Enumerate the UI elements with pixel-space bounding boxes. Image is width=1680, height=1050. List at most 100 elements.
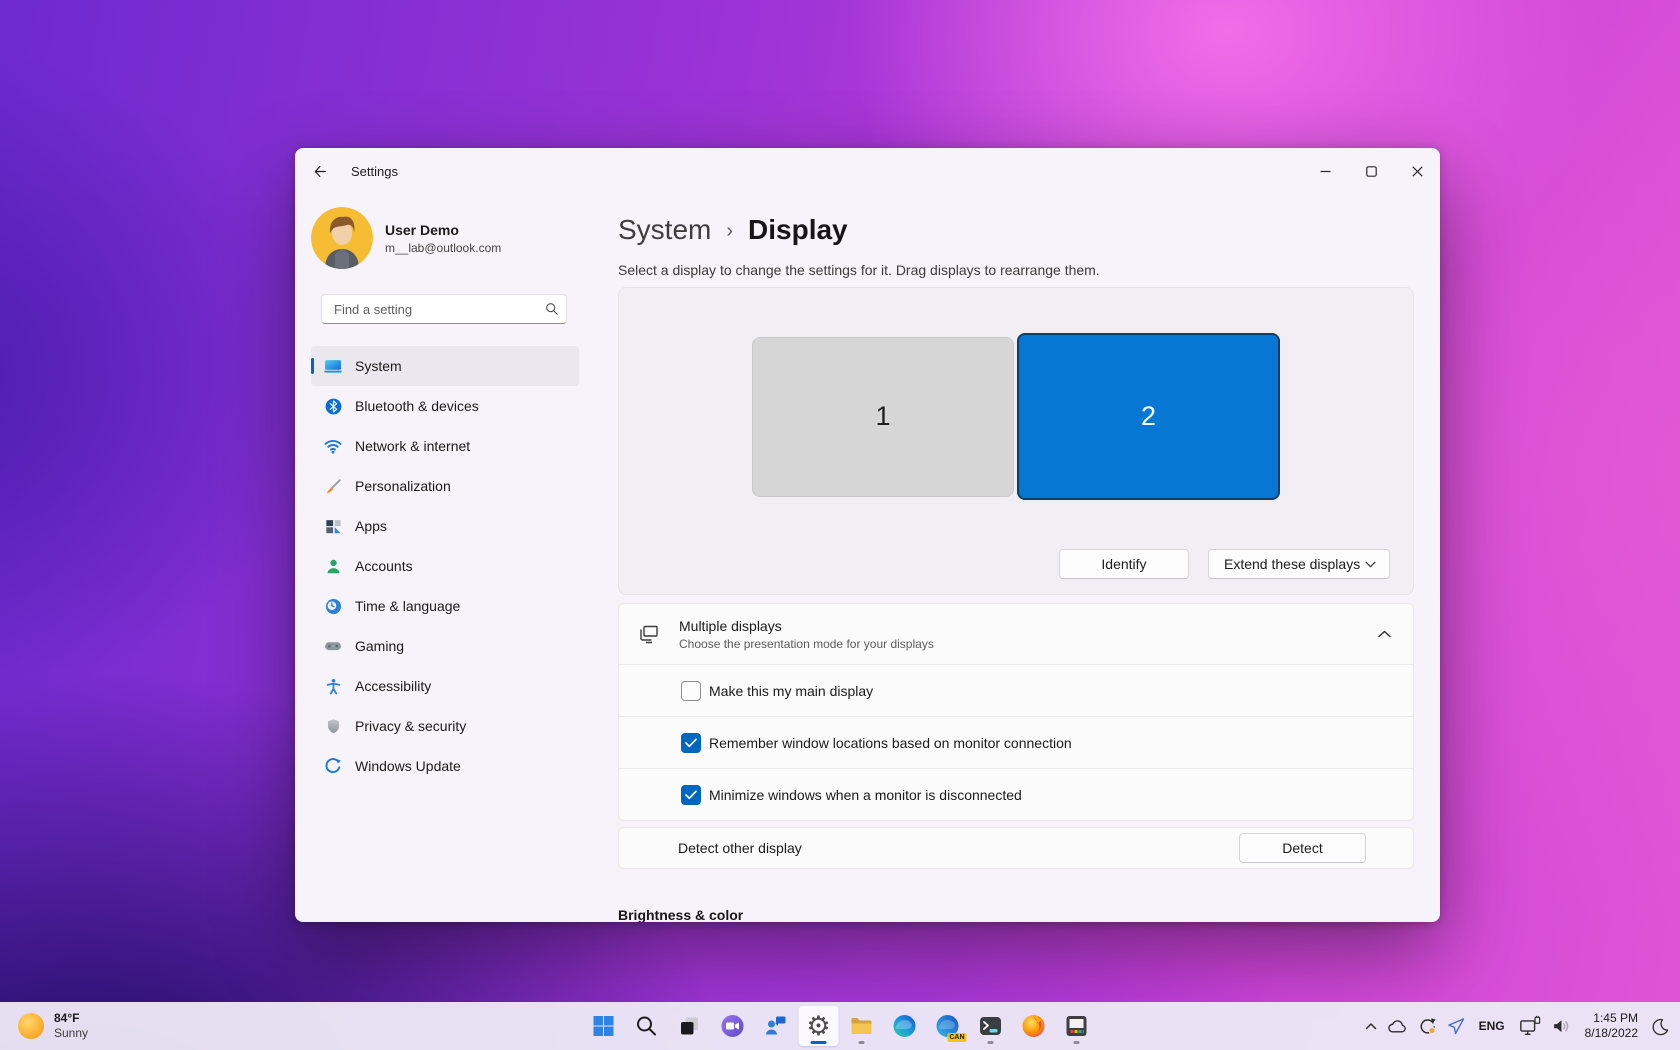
taskbar-people-button[interactable]: [756, 1006, 796, 1046]
people-icon: [763, 1013, 789, 1039]
taskbar-edge-canary-button[interactable]: CAN: [928, 1006, 968, 1046]
detect-button[interactable]: Detect: [1239, 833, 1366, 863]
user-email: m__lab@outlook.com: [385, 240, 502, 255]
taskbar-color-app-button[interactable]: [1057, 1006, 1097, 1046]
sync-icon[interactable]: [1412, 1006, 1442, 1046]
accounts-person-icon: [323, 556, 343, 576]
taskbar-search-button[interactable]: [627, 1006, 667, 1046]
file-explorer-icon: [849, 1013, 875, 1039]
extend-displays-dropdown[interactable]: Extend these displays: [1208, 549, 1390, 579]
avatar: [311, 207, 373, 269]
weather-widget[interactable]: 84°F Sunny: [12, 1002, 94, 1050]
user-name: User Demo: [385, 221, 459, 238]
user-profile[interactable]: User Demo m__lab@outlook.com: [311, 207, 601, 269]
sidebar: User Demo m__lab@outlook.com System: [295, 194, 601, 922]
display-box-2[interactable]: 2: [1017, 333, 1280, 500]
sidebar-item-apps[interactable]: Apps: [311, 506, 579, 546]
gaming-controller-icon: [323, 636, 343, 656]
identify-button[interactable]: Identify: [1059, 549, 1189, 579]
search-input[interactable]: [322, 301, 538, 317]
checkbox[interactable]: [681, 732, 701, 753]
moon-icon[interactable]: [1647, 1006, 1674, 1046]
tray-date: 8/18/2022: [1584, 1026, 1638, 1040]
windows-update-icon: [323, 756, 343, 776]
taskbar-app-icons: ⚙ CAN: [584, 1006, 1097, 1046]
system-icon: [323, 356, 343, 376]
sidebar-nav: System Bluetooth & devices Network & int…: [311, 346, 601, 786]
bluetooth-icon: [323, 396, 343, 416]
taskbar-chat-button[interactable]: [713, 1006, 753, 1046]
multiple-displays-header[interactable]: Multiple displays Choose the presentatio…: [619, 604, 1413, 664]
multiple-displays-subtitle: Choose the presentation mode for your di…: [679, 636, 934, 651]
task-view-icon: [678, 1014, 702, 1038]
close-button[interactable]: [1394, 148, 1440, 194]
sidebar-item-windows-update[interactable]: Windows Update: [311, 746, 579, 786]
clock[interactable]: 1:45 PM 8/18/2022: [1576, 1011, 1647, 1041]
edge-icon: [892, 1013, 918, 1039]
multiple-displays-title: Multiple displays: [679, 617, 782, 634]
detect-other-display-row: Detect other display Detect: [618, 827, 1414, 869]
page-title: Display: [748, 214, 848, 245]
back-button[interactable]: [303, 155, 335, 187]
sidebar-item-gaming[interactable]: Gaming: [311, 626, 579, 666]
chevron-up-icon[interactable]: [1377, 630, 1391, 638]
display-2-number: 2: [1140, 401, 1157, 431]
chevron-down-icon: [1365, 561, 1376, 568]
onedrive-cloud-icon[interactable]: [1382, 1006, 1412, 1046]
sun-icon: [18, 1013, 44, 1039]
sidebar-item-privacy-security[interactable]: Privacy & security: [311, 706, 579, 746]
taskbar-settings-button[interactable]: ⚙: [798, 1006, 839, 1046]
checkbox[interactable]: [681, 784, 701, 805]
tray-time: 1:45 PM: [1593, 1011, 1638, 1025]
privacy-shield-icon: [323, 716, 343, 736]
taskbar-edge-button[interactable]: [885, 1006, 925, 1046]
search-icon: [538, 302, 566, 316]
apps-icon: [323, 516, 343, 536]
window-title: Settings: [351, 163, 398, 179]
location-icon[interactable]: [1442, 1006, 1470, 1046]
breadcrumb: System › Display: [618, 210, 1414, 250]
multiple-displays-icon: [637, 622, 661, 646]
option-make-main-display[interactable]: Make this my main display: [619, 664, 1413, 716]
weather-temperature: 84°F: [54, 1011, 80, 1025]
taskbar-file-explorer-button[interactable]: [842, 1006, 882, 1046]
sidebar-item-accessibility[interactable]: Accessibility: [311, 666, 579, 706]
tray-chevron-up-icon[interactable]: [1360, 1006, 1382, 1046]
display-box-1[interactable]: 1: [752, 336, 1014, 497]
settings-window: Settings User Demo m__lab@outlook.com Fi…: [295, 148, 1440, 922]
sidebar-item-system[interactable]: System: [311, 346, 579, 386]
breadcrumb-system[interactable]: System: [618, 214, 711, 246]
display-arrangement-panel: 1 2 Identify Extend these displays: [618, 287, 1414, 595]
start-icon: [592, 1014, 616, 1038]
main-content: System › Display Select a display to cha…: [601, 194, 1440, 922]
language-indicator[interactable]: ENG: [1470, 1019, 1514, 1033]
option-minimize-windows-on-disconnect[interactable]: Minimize windows when a monitor is disco…: [619, 768, 1413, 820]
checkbox[interactable]: [681, 680, 701, 701]
sidebar-item-time-language[interactable]: Time & language: [311, 586, 579, 626]
brightness-color-heading: Brightness & color: [618, 907, 744, 922]
taskbar-firefox-button[interactable]: [1014, 1006, 1054, 1046]
monitor-connect-icon[interactable]: [1514, 1006, 1546, 1046]
terminal-icon: [978, 1013, 1004, 1039]
taskbar-terminal-button[interactable]: [971, 1006, 1011, 1046]
taskbar-start-button[interactable]: [584, 1006, 624, 1046]
sidebar-item-personalization[interactable]: Personalization: [311, 466, 579, 506]
option-remember-window-locations[interactable]: Remember window locations based on monit…: [619, 716, 1413, 768]
page-subtitle: Select a display to change the settings …: [618, 262, 1100, 278]
volume-icon[interactable]: [1546, 1006, 1576, 1046]
system-tray: ENG 1:45 PM 8/18/2022: [1360, 1002, 1674, 1050]
display-1-number: 1: [875, 401, 891, 431]
personalization-brush-icon: [323, 476, 343, 496]
taskbar-task-view-button[interactable]: [670, 1006, 710, 1046]
color-app-icon: [1064, 1013, 1090, 1039]
minimize-button[interactable]: [1302, 148, 1348, 194]
sidebar-item-accounts[interactable]: Accounts: [311, 546, 579, 586]
sidebar-item-bluetooth-devices[interactable]: Bluetooth & devices: [311, 386, 579, 426]
maximize-button[interactable]: [1348, 148, 1394, 194]
back-arrow-icon: [312, 164, 327, 179]
detect-other-display-label: Detect other display: [678, 840, 802, 856]
multiple-displays-card: Multiple displays Choose the presentatio…: [618, 603, 1414, 821]
settings-gear-icon: ⚙: [806, 1010, 831, 1042]
search-box[interactable]: [321, 294, 567, 324]
sidebar-item-network-internet[interactable]: Network & internet: [311, 426, 579, 466]
